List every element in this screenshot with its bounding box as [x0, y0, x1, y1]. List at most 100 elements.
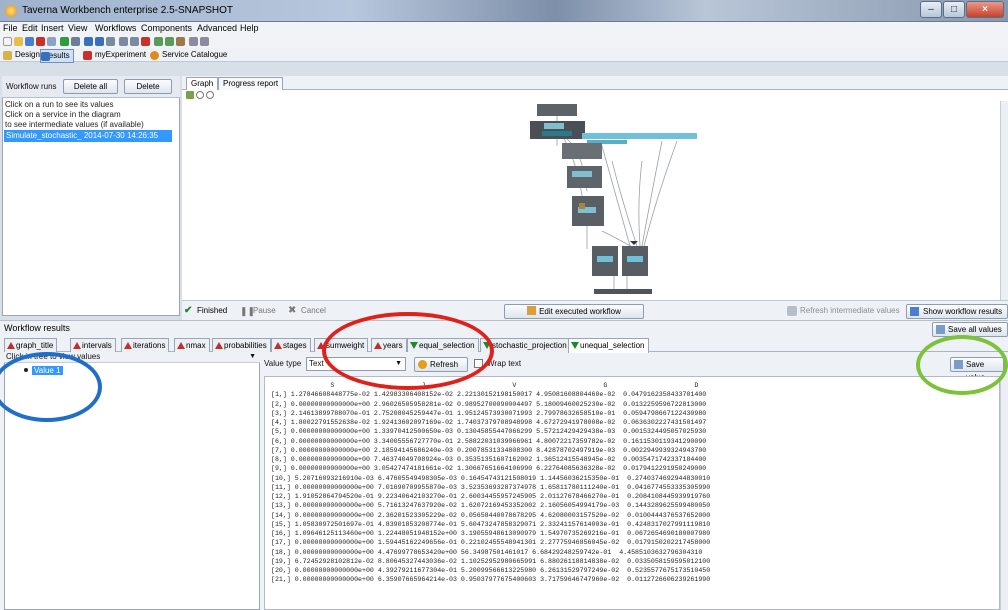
minimize-button[interactable]: – [920, 1, 942, 18]
tab-graph-title[interactable]: graph_title [4, 338, 58, 352]
values-scrollbar[interactable] [1000, 376, 1008, 610]
save-value-button[interactable]: Save value [950, 357, 1004, 382]
workflow-results-title: Workflow results [4, 323, 70, 333]
value-type-select[interactable]: Text ▼ [306, 357, 406, 371]
zoom-out-icon[interactable] [206, 91, 214, 99]
taverna-app-icon [5, 5, 17, 17]
workflow-diagram[interactable] [182, 101, 1000, 301]
output-arrow-icon [317, 342, 325, 349]
tab-intervals[interactable]: intervals [70, 338, 116, 352]
save-value-icon [954, 360, 963, 369]
diagram-node[interactable] [562, 143, 602, 159]
tab-label: nmax [186, 341, 206, 350]
check-icon: ✔ [184, 305, 193, 316]
tab-iterations[interactable]: iterations [121, 338, 170, 352]
matrix-column-header: S J V G D [271, 382, 699, 389]
tab-probabilities[interactable]: probabilities [212, 338, 271, 352]
service-catalogue-icon [150, 51, 159, 60]
edit-workflow-label: Edit executed workflow [539, 307, 621, 316]
close-file-icon[interactable] [36, 37, 45, 46]
tree-collapse-icon[interactable]: ▼ [249, 352, 256, 362]
output-arrow-icon [73, 342, 81, 349]
matrix-row: [1,] 1.27846608448775e-02 1.429833064081… [271, 391, 707, 399]
redo-icon[interactable] [95, 37, 104, 46]
hint-run: Click on a run to see its values [5, 100, 114, 109]
validate-icon[interactable] [176, 37, 185, 46]
perspective-design[interactable]: Design [3, 49, 40, 61]
save-all-values-button[interactable]: Save all values [932, 322, 1008, 337]
paste-icon[interactable] [130, 37, 139, 46]
open-icon[interactable] [14, 37, 23, 46]
run-icon[interactable] [60, 37, 69, 46]
tree-leaf-icon [24, 368, 28, 372]
add-service-icon[interactable] [154, 37, 163, 46]
add-link-icon[interactable] [165, 37, 174, 46]
tab-sumweight[interactable]: sumweight [314, 338, 369, 352]
menu-components[interactable]: Components [141, 23, 192, 33]
stop-icon[interactable] [71, 37, 80, 46]
copy-icon[interactable] [119, 37, 128, 46]
save-all-icon[interactable] [47, 37, 56, 46]
cancel-label: Cancel [301, 306, 326, 315]
menu-workflows[interactable]: Workflows [95, 23, 136, 33]
matrix-row: [12,] 1.91052864794520e-01 9.22340642103… [271, 493, 711, 500]
wrap-text-checkbox[interactable] [474, 359, 483, 368]
diagram-node[interactable] [582, 133, 697, 139]
perspective-service-catalogue[interactable]: Service Catalogue [150, 49, 227, 61]
matrix-row: [3,] 2.14613899788070e-01 2.752080452594… [271, 409, 707, 417]
matrix-row: [20,] 0.00000000000000e+00 4.39279211677… [271, 567, 711, 574]
undo-icon[interactable] [84, 37, 93, 46]
workflow-runs-label: Workflow runs [6, 82, 57, 91]
tab-stages[interactable]: stages [271, 338, 311, 352]
matrix-row: [14,] 0.00000000000000e+00 2.36201523305… [271, 511, 711, 519]
tab-equal-selection[interactable]: equal_selection [407, 338, 479, 352]
new-icon[interactable] [3, 37, 12, 46]
diagram-node[interactable] [537, 104, 577, 116]
pause-button[interactable]: ❚❚ Pause [240, 304, 276, 318]
workflow-run-item[interactable]: Simulate_stochastic_ 2014-07-30 14:26:35 [4, 130, 172, 142]
graph-scrollbar[interactable] [1000, 101, 1008, 301]
close-button[interactable]: × [966, 1, 1004, 18]
details-icon[interactable] [200, 37, 209, 46]
value-tree-pane [4, 352, 260, 610]
menu-advanced[interactable]: Advanced [197, 23, 237, 33]
menu-edit[interactable]: Edit [22, 23, 38, 33]
maximize-button[interactable]: □ [943, 1, 965, 18]
graph-controls [182, 90, 1008, 101]
value-text-area[interactable]: S J V G D [1,] 1.27846608448775e-02 1.42… [264, 376, 1000, 610]
menu-view[interactable]: View [68, 23, 87, 33]
zoom-icon[interactable] [189, 37, 198, 46]
tab-unequal-selection[interactable]: unequal_selection [568, 338, 649, 353]
tab-progress-report[interactable]: Progress report [218, 77, 284, 90]
workflow-runs-header: Workflow runs Delete all Delete [2, 76, 180, 98]
tab-graph[interactable]: Graph [186, 77, 219, 90]
delete-button[interactable]: Delete [124, 79, 172, 94]
refresh-button[interactable]: Refresh [414, 357, 468, 372]
tab-years[interactable]: years [371, 338, 407, 352]
tab-label: years [383, 341, 403, 350]
tab-nmax[interactable]: nmax [174, 338, 210, 352]
tree-node-value-1[interactable]: Value 1 [24, 366, 63, 375]
chevron-down-icon: ▼ [395, 360, 402, 367]
cancel-button[interactable]: ✖ Cancel [288, 304, 326, 318]
show-workflow-results-button[interactable]: Show workflow results [906, 304, 1008, 319]
edit-executed-workflow-button[interactable]: Edit executed workflow [504, 304, 644, 319]
menu-file[interactable]: File [3, 23, 18, 33]
tree-hint-label: Click in tree to view values [6, 352, 101, 361]
zoom-in-icon[interactable] [196, 91, 204, 99]
perspective-myexperiment[interactable]: myExperiment [83, 49, 146, 61]
fit-graph-icon[interactable] [186, 91, 194, 99]
perspective-results[interactable]: Results [40, 49, 74, 63]
menu-insert[interactable]: Insert [41, 23, 64, 33]
delete-icon[interactable] [141, 37, 150, 46]
menu-help[interactable]: Help [240, 23, 259, 33]
refresh-intermediate-button[interactable]: Refresh intermediate values [787, 304, 900, 318]
status-finished-label: Finished [197, 306, 228, 315]
input-arrow-icon [571, 342, 579, 349]
matrix-row: [6,] 0.00000000000000e+00 3.340055567277… [271, 437, 707, 445]
delete-all-button[interactable]: Delete all [63, 79, 118, 94]
tab-stochastic-projection[interactable]: stochastic_projection [480, 338, 571, 352]
save-icon[interactable] [25, 37, 34, 46]
cut-icon[interactable] [106, 37, 115, 46]
diagram-node[interactable] [594, 289, 652, 294]
